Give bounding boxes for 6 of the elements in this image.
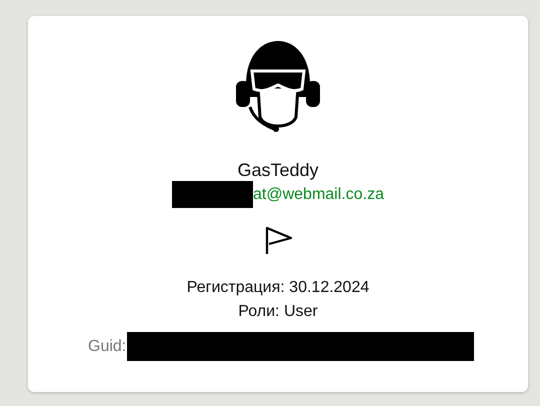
registration-text: Регистрация: 30.12.2024: [186, 278, 370, 298]
username: GasTeddy: [237, 159, 319, 181]
flag-icon: [263, 226, 293, 256]
roles-text: Роли: User: [238, 302, 318, 322]
email-text: at@webmail.co.za: [253, 186, 384, 204]
guid-label: Guid:: [88, 338, 126, 356]
